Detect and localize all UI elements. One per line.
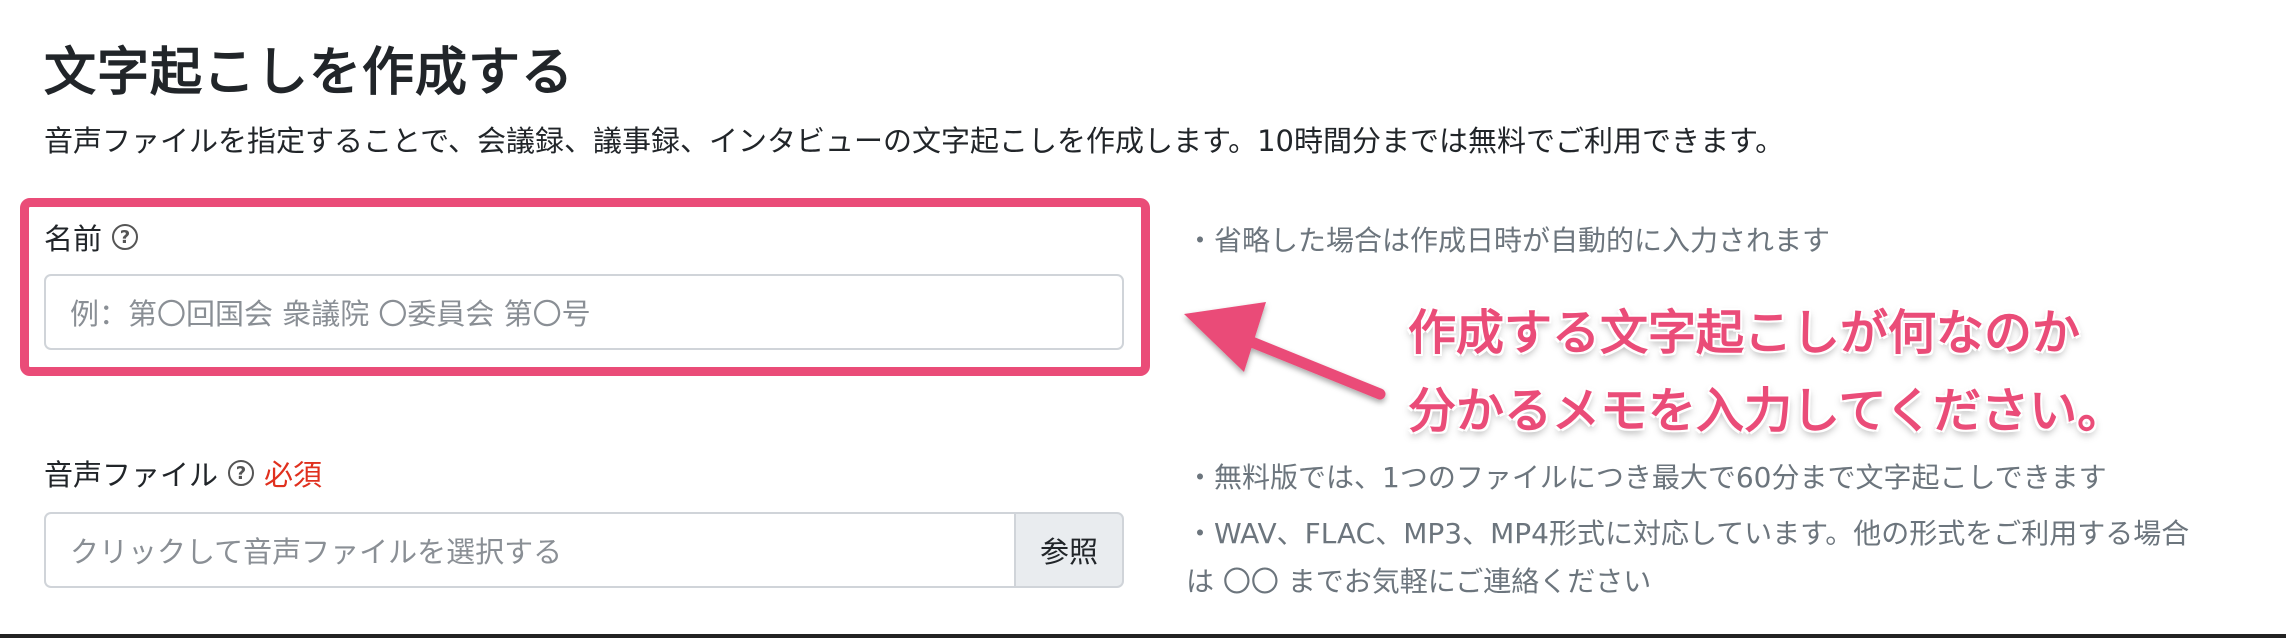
question-circle-icon[interactable]: ? (228, 460, 255, 486)
highlight-box (20, 198, 1150, 376)
annotation-line: 分かるメモを入力してください。 (1408, 383, 2126, 439)
audio-file-input-group: クリックして音声ファイルを選択する 参照 (44, 512, 1124, 588)
audio-label-group: 音声ファイル ? 必須 (44, 452, 322, 494)
annotation-line: 作成する文字起こしが何なのか (1408, 305, 2081, 361)
audio-hint-1: ・無料版では、1つのファイルにつき最大で60分まで文字起こしできます (1186, 461, 2107, 494)
required-badge: 必須 (264, 458, 323, 492)
page-description: 音声ファイルを指定することで、会議録、議事録、インタビューの文字起こしを作成しま… (44, 124, 1785, 158)
audio-label: 音声ファイル (44, 458, 219, 492)
divider (0, 634, 2286, 638)
arrow-icon (1184, 302, 1386, 400)
audio-hint-3: は 〇〇 までお気軽にご連絡ください (1186, 565, 1652, 598)
annotation-text: 作成する文字起こしが何なのか 分かるメモを入力してください。 (1408, 294, 2125, 450)
name-hint: ・省略した場合は作成日時が自動的に入力されます (1186, 224, 1831, 257)
browse-button[interactable]: 参照 (1014, 512, 1124, 588)
audio-file-input[interactable]: クリックして音声ファイルを選択する (44, 512, 1014, 588)
page-title: 文字起こしを作成する (44, 43, 575, 103)
audio-hint-2: ・WAV、FLAC、MP3、MP4形式に対応しています。他の形式をご利用する場合 (1186, 517, 2190, 550)
